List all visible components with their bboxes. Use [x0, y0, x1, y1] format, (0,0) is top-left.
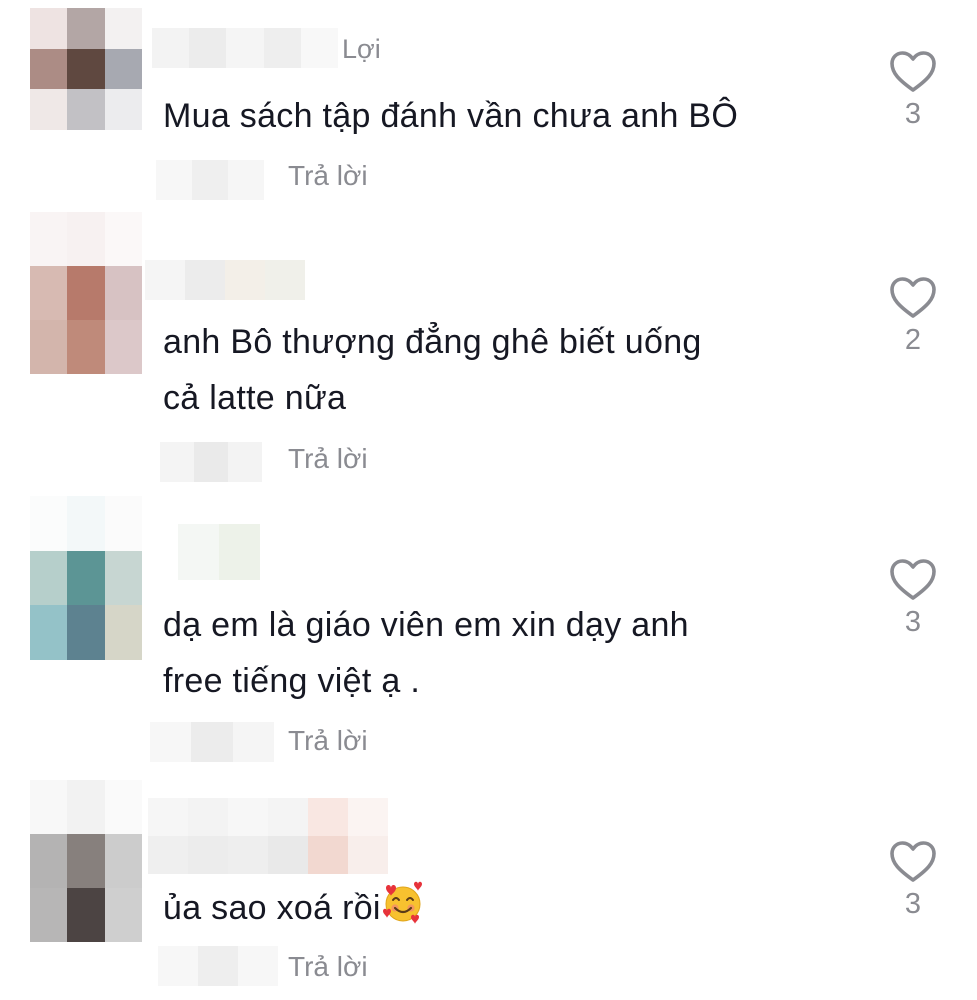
avatar-pixel	[104, 605, 142, 660]
avatar-pixel	[67, 8, 105, 49]
like-button[interactable]: 2	[880, 276, 946, 357]
avatar-pixel	[67, 212, 105, 266]
avatar-pixel	[67, 89, 105, 130]
like-count: 3	[904, 888, 922, 920]
like-count: 2	[904, 324, 922, 356]
avatar-pixel	[30, 780, 68, 834]
comment-date	[156, 160, 264, 200]
avatar-pixel	[67, 834, 105, 888]
avatar-pixel	[104, 266, 142, 320]
avatar-pixel	[104, 780, 142, 834]
reply-button[interactable]: Trả lời	[288, 160, 368, 192]
avatar-pixel	[67, 605, 105, 660]
reply-button[interactable]: Trả lời	[288, 951, 368, 983]
smiling-face-with-hearts-icon	[381, 881, 425, 942]
heart-icon	[890, 277, 936, 318]
comment-text: anh Bô thượng đẳng ghê biết uống cả latt…	[163, 314, 843, 426]
like-count: 3	[904, 98, 922, 130]
reply-button[interactable]: Trả lời	[288, 443, 368, 475]
comment-text: ủa sao xoá rồi	[163, 880, 843, 942]
avatar-pixel	[30, 89, 68, 130]
comment-date	[158, 946, 278, 986]
comment-line-text: ủa sao xoá rồi	[163, 889, 381, 927]
like-button[interactable]: 3	[880, 558, 946, 639]
username-suffix: Lợi	[342, 34, 381, 64]
avatar-pixel	[104, 834, 142, 888]
heart-icon	[890, 559, 936, 600]
avatar[interactable]	[30, 212, 142, 374]
avatar-pixel	[104, 888, 142, 942]
avatar-pixel	[30, 212, 68, 266]
avatar-pixel	[30, 888, 68, 942]
avatar-pixel	[30, 605, 68, 660]
username[interactable]	[178, 524, 260, 580]
comment-text: dạ em là giáo viên em xin dạy anh free t…	[163, 597, 843, 709]
comment-line: cả latte nữa	[163, 379, 347, 417]
avatar-pixel	[104, 8, 142, 49]
avatar-pixel	[30, 266, 68, 320]
avatar-pixel	[30, 8, 68, 49]
avatar-pixel	[30, 48, 68, 90]
username[interactable]	[148, 798, 388, 874]
heart-icon	[890, 841, 936, 882]
comment-line: anh Bô thượng đẳng ghê biết uống	[163, 323, 702, 361]
avatar-pixel	[104, 550, 142, 606]
avatar[interactable]	[30, 496, 142, 660]
like-button[interactable]: 3	[880, 840, 946, 921]
avatar-pixel	[67, 888, 105, 942]
heart-icon	[890, 51, 936, 92]
avatar-pixel	[30, 834, 68, 888]
avatar-pixel	[104, 212, 142, 266]
like-button[interactable]: 3	[880, 50, 946, 131]
avatar-pixel	[30, 320, 68, 374]
avatar-pixel	[30, 550, 68, 606]
comment-line: dạ em là giáo viên em xin dạy anh	[163, 606, 689, 644]
comment-date	[150, 722, 274, 762]
avatar-pixel	[67, 550, 105, 606]
comment-line: ủa sao xoá rồi	[163, 880, 843, 942]
avatar-pixel	[67, 496, 105, 551]
comment-line: free tiếng việt ạ .	[163, 662, 421, 700]
avatar-pixel	[67, 780, 105, 834]
avatar-pixel	[104, 320, 142, 374]
avatar-pixel	[104, 89, 142, 130]
reply-button[interactable]: Trả lời	[288, 725, 368, 757]
avatar-pixel	[104, 48, 142, 90]
username[interactable]	[145, 260, 305, 300]
avatar-pixel	[30, 496, 68, 551]
comment-text: Mua sách tập đánh vần chưa anh BÔ	[163, 88, 843, 144]
avatar-pixel	[67, 266, 105, 320]
comment-date	[160, 442, 262, 482]
avatar[interactable]	[30, 780, 142, 942]
username[interactable]	[152, 28, 339, 68]
avatar-pixel	[67, 320, 105, 374]
like-count: 3	[904, 606, 922, 638]
avatar-pixel	[104, 496, 142, 551]
avatar-pixel	[67, 48, 105, 90]
avatar[interactable]	[30, 8, 142, 130]
comment-line: Mua sách tập đánh vần chưa anh BÔ	[163, 97, 739, 135]
